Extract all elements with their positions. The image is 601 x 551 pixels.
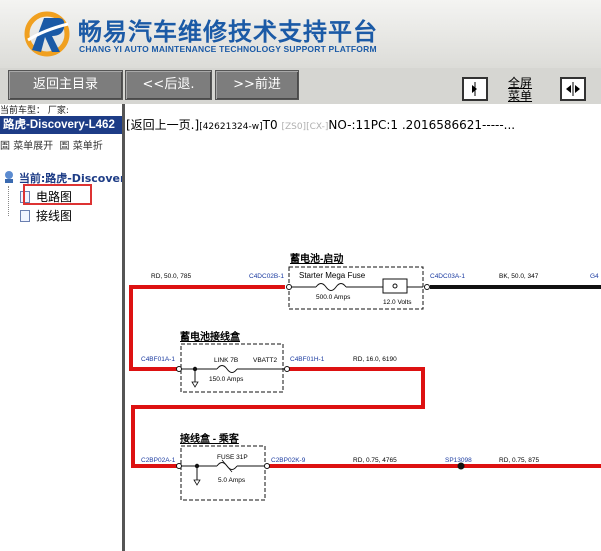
component-title: 接线盒 - 乘客	[180, 432, 240, 445]
connector-label: C4DC02B-1	[249, 273, 284, 280]
diagram-viewer: [返回上一页.][42621324-w]T0 [ZS0][CX-]NO-:11P…	[125, 114, 601, 551]
menu-expand-link[interactable]: 菜单展开	[13, 141, 53, 151]
restore-panel-button[interactable]	[560, 77, 586, 101]
tree-item-connector-diagram[interactable]: 接线图	[20, 207, 72, 223]
splice-label: SP13098	[445, 457, 472, 464]
home-button[interactable]: 返回主目录	[8, 70, 123, 100]
tree-item-label: 接线图	[36, 209, 73, 223]
wire-label: RD, 50.0, 785	[151, 273, 191, 280]
connector-label: C4BF01A-1	[141, 356, 175, 363]
platform-title: 畅易汽车维修技术支持平台	[78, 18, 378, 46]
fuse-name: FUSE 31P	[217, 454, 248, 461]
menu-controls: 圄 菜单展开 圄 菜单折	[0, 137, 122, 151]
wire-label: RD, 0.75, 875	[499, 457, 539, 464]
expand-panel-button[interactable]	[462, 77, 488, 101]
collapse-menu-icon: 圄	[59, 141, 70, 151]
wire-label: BK, 50.0, 347	[499, 273, 539, 280]
menu-label: 菜单	[508, 89, 533, 103]
link-name: LINK 7B	[214, 357, 238, 364]
forward-button[interactable]: >>前进	[215, 70, 299, 100]
menu-collapse-link[interactable]: 菜单折	[73, 141, 103, 151]
fuse-rating: 500.0 Amps	[316, 294, 351, 301]
selection-highlight	[23, 184, 92, 205]
voltage-label: 12.0 Volts	[383, 299, 412, 306]
changyi-logo-icon	[24, 11, 70, 57]
connector-label: C4DC03A-1	[430, 273, 465, 280]
split-arrows-icon	[566, 82, 580, 96]
fuse-rating: 5.0 Amps	[218, 477, 246, 484]
wire-label: RD, 16.0, 6190	[353, 356, 397, 363]
wire-label: RD, 0.75, 4765	[353, 457, 397, 464]
fullscreen-menu-link[interactable]: 全屏 菜单	[508, 77, 532, 103]
vehicle-title-bar: 路虎-Discovery-L462	[0, 116, 122, 134]
navigation-panel: 路虎-Discovery-L462 圄 菜单展开 圄 菜单折 当前:路虎-Dis…	[0, 114, 123, 551]
expand-arrow-icon	[472, 82, 477, 96]
back-button[interactable]: <<后退.	[125, 70, 212, 100]
connector-label: C2BP02K-9	[271, 457, 306, 464]
toolbar: 返回主目录 <<后退. >>前进 全屏 菜单	[0, 68, 601, 104]
fuse-rating: 150.0 Amps	[209, 376, 244, 383]
document-icon	[20, 210, 30, 222]
tree-node-icon	[5, 171, 13, 183]
platform-subtitle: CHANG YI AUTO MAINTENANCE TECHNOLOGY SUP…	[79, 44, 377, 54]
component-title: 蓄电池接线盒	[180, 330, 241, 343]
header-banner: 畅易汽车维修技术支持平台 CHANG YI AUTO MAINTENANCE T…	[0, 0, 601, 68]
component-title: 蓄电池-启动	[290, 252, 343, 265]
fuse-name: Starter Mega Fuse	[299, 271, 366, 280]
expand-menu-icon: 圄	[0, 141, 10, 151]
vbatt-label: VBATT2	[253, 357, 277, 364]
battery-symbol-icon	[382, 278, 408, 294]
connector-label: C2BP02A-1	[141, 457, 176, 464]
connector-label: G4	[590, 273, 599, 280]
wiring-diagram: RD, 50.0, 785 C4DC02B-1 蓄电池-启动 Starter M…	[129, 252, 601, 501]
connector-label: C4BF01H-1	[290, 356, 325, 363]
